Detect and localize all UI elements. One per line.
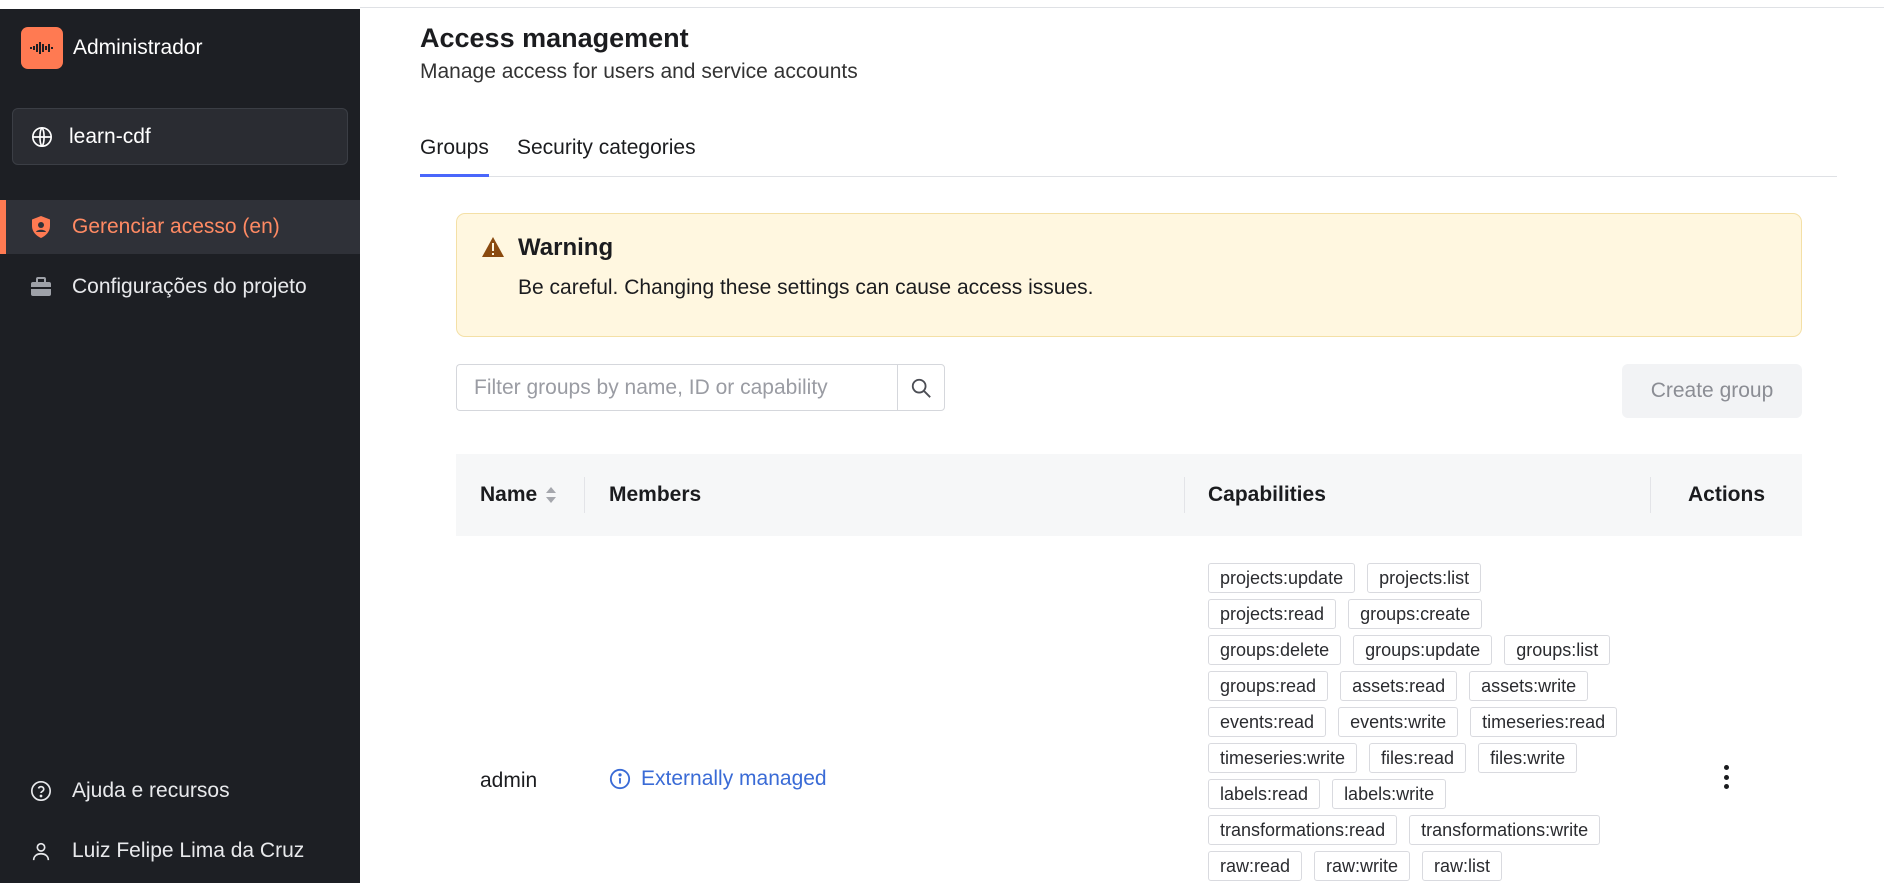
- capability-tag: projects:update: [1208, 563, 1356, 593]
- top-divider: [360, 7, 1884, 8]
- search-input[interactable]: [456, 364, 897, 411]
- help-label: Ajuda e recursos: [72, 779, 230, 802]
- capability-tag: transformations:read: [1208, 815, 1398, 845]
- members-link[interactable]: Externally managed: [609, 767, 827, 791]
- capability-tag: events:write: [1338, 707, 1459, 737]
- help-icon: [31, 781, 51, 801]
- app-title: Administrador: [73, 36, 203, 59]
- project-selector[interactable]: learn-cdf: [12, 108, 348, 165]
- column-header-actions: Actions: [1688, 483, 1766, 506]
- capability-tag: groups:read: [1208, 671, 1329, 701]
- sidebar-item-label: Gerenciar acesso (en): [72, 215, 280, 238]
- capability-tag: files:write: [1478, 743, 1578, 773]
- project-name: learn-cdf: [69, 124, 151, 148]
- table-header: Name Members Capabilities Actions: [456, 454, 1802, 536]
- members-label: Externally managed: [641, 767, 827, 790]
- column-header-capabilities: Capabilities: [1208, 483, 1326, 506]
- column-divider: [584, 477, 585, 513]
- warning-banner: Warning Be careful. Changing these setti…: [456, 213, 1802, 337]
- page-title: Access management: [420, 23, 689, 53]
- search-button[interactable]: [897, 364, 945, 411]
- column-divider: [1184, 477, 1185, 513]
- briefcase-icon: [31, 277, 51, 296]
- user-icon: [32, 842, 50, 861]
- page-subtitle: Manage access for users and service acco…: [420, 60, 858, 83]
- app-logo-icon: [21, 27, 63, 69]
- tab-security-categories[interactable]: Security categories: [517, 128, 696, 177]
- info-icon: [609, 768, 631, 790]
- warning-title: Warning: [518, 234, 614, 261]
- sidebar: Administrador learn-cdf Gerenciar acesso…: [0, 0, 360, 883]
- capability-tag: assets:read: [1340, 671, 1458, 701]
- column-header-name[interactable]: Name: [480, 454, 557, 536]
- capability-tag: projects:list: [1367, 563, 1482, 593]
- capability-tag: groups:create: [1348, 599, 1483, 629]
- capability-tag: labels:write: [1332, 779, 1447, 809]
- warning-icon: [482, 237, 504, 257]
- sidebar-item-project-settings[interactable]: Configurações do projeto: [0, 260, 360, 314]
- sidebar-item-manage-access[interactable]: Gerenciar acesso (en): [0, 200, 360, 254]
- tab-groups[interactable]: Groups: [420, 128, 489, 177]
- capability-tag: timeseries:read: [1470, 707, 1618, 737]
- sort-icon[interactable]: [545, 486, 557, 504]
- capability-tag: labels:read: [1208, 779, 1321, 809]
- tab-bar: Groups Security categories: [420, 128, 1837, 177]
- brand: Administrador: [21, 27, 203, 69]
- capability-tag: raw:list: [1422, 851, 1503, 881]
- capability-tag: raw:write: [1314, 851, 1411, 881]
- capability-tag: projects:read: [1208, 599, 1337, 629]
- column-divider: [1650, 477, 1651, 513]
- capability-tag: assets:write: [1469, 671, 1589, 701]
- globe-icon: [32, 126, 52, 147]
- capability-tag: transformations:write: [1409, 815, 1601, 845]
- more-actions-icon[interactable]: [1717, 762, 1735, 792]
- create-group-button[interactable]: Create group: [1622, 364, 1802, 418]
- warning-text: Be careful. Changing these settings can …: [518, 276, 1094, 299]
- user-name: Luiz Felipe Lima da Cruz: [72, 839, 305, 862]
- capability-tag: events:read: [1208, 707, 1327, 737]
- capability-tag: groups:update: [1353, 635, 1493, 665]
- user-menu[interactable]: Luiz Felipe Lima da Cruz: [0, 824, 360, 878]
- capability-tag: groups:list: [1504, 635, 1611, 665]
- group-name: admin: [480, 769, 538, 792]
- capability-tag: raw:read: [1208, 851, 1303, 881]
- capabilities-list: projects:update projects:list projects:rea…: [1208, 563, 1618, 883]
- column-header-members: Members: [609, 483, 702, 506]
- shield-user-icon: [32, 216, 50, 238]
- column-header-label: Name: [480, 483, 538, 506]
- search-icon: [911, 378, 931, 398]
- sidebar-item-label: Configurações do projeto: [72, 275, 307, 298]
- sidebar-item-help[interactable]: Ajuda e recursos: [0, 764, 360, 818]
- capability-tag: timeseries:write: [1208, 743, 1358, 773]
- capability-tag: files:read: [1369, 743, 1467, 773]
- capability-tag: groups:delete: [1208, 635, 1342, 665]
